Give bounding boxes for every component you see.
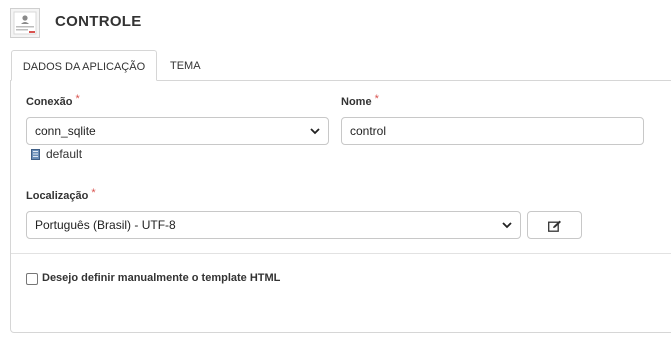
location-label: Localização * [26,187,96,202]
section-divider [11,253,671,254]
manual-template-checkbox[interactable] [26,273,38,285]
location-label-text: Localização [26,190,89,202]
app-document-icon [10,8,40,38]
database-icon [31,149,40,160]
required-marker: * [91,187,96,199]
database-name: default [46,147,83,161]
location-select-value: Português (Brasil) - UTF-8 [35,218,176,232]
required-marker: * [75,93,80,105]
chevron-down-icon [502,222,512,229]
tab-dados-da-aplicacao[interactable]: DADOS DA APLICAÇÃO [11,50,157,81]
connection-label: Conexão * [26,93,80,108]
connection-select[interactable]: conn_sqlite [26,117,329,145]
name-label-text: Nome [341,96,372,108]
name-input[interactable]: control [341,117,644,145]
tab-bar: DADOS DA APLICAÇÃO TEMA [10,50,671,81]
manual-template-label[interactable]: Desejo definir manualmente o template HT… [42,272,280,284]
required-marker: * [374,93,379,105]
name-label: Nome * [341,93,379,108]
location-select[interactable]: Português (Brasil) - UTF-8 [26,211,521,239]
page-title: CONTROLE [55,13,142,30]
edit-icon [548,220,561,232]
connection-database: default [31,147,82,161]
connection-label-text: Conexão [26,96,73,108]
page-header: CONTROLE [0,0,671,46]
edit-location-button[interactable] [527,211,582,239]
tab-tema[interactable]: TEMA [170,50,201,80]
name-input-value: control [350,124,387,138]
chevron-down-icon [310,128,320,135]
connection-select-value: conn_sqlite [35,124,96,138]
